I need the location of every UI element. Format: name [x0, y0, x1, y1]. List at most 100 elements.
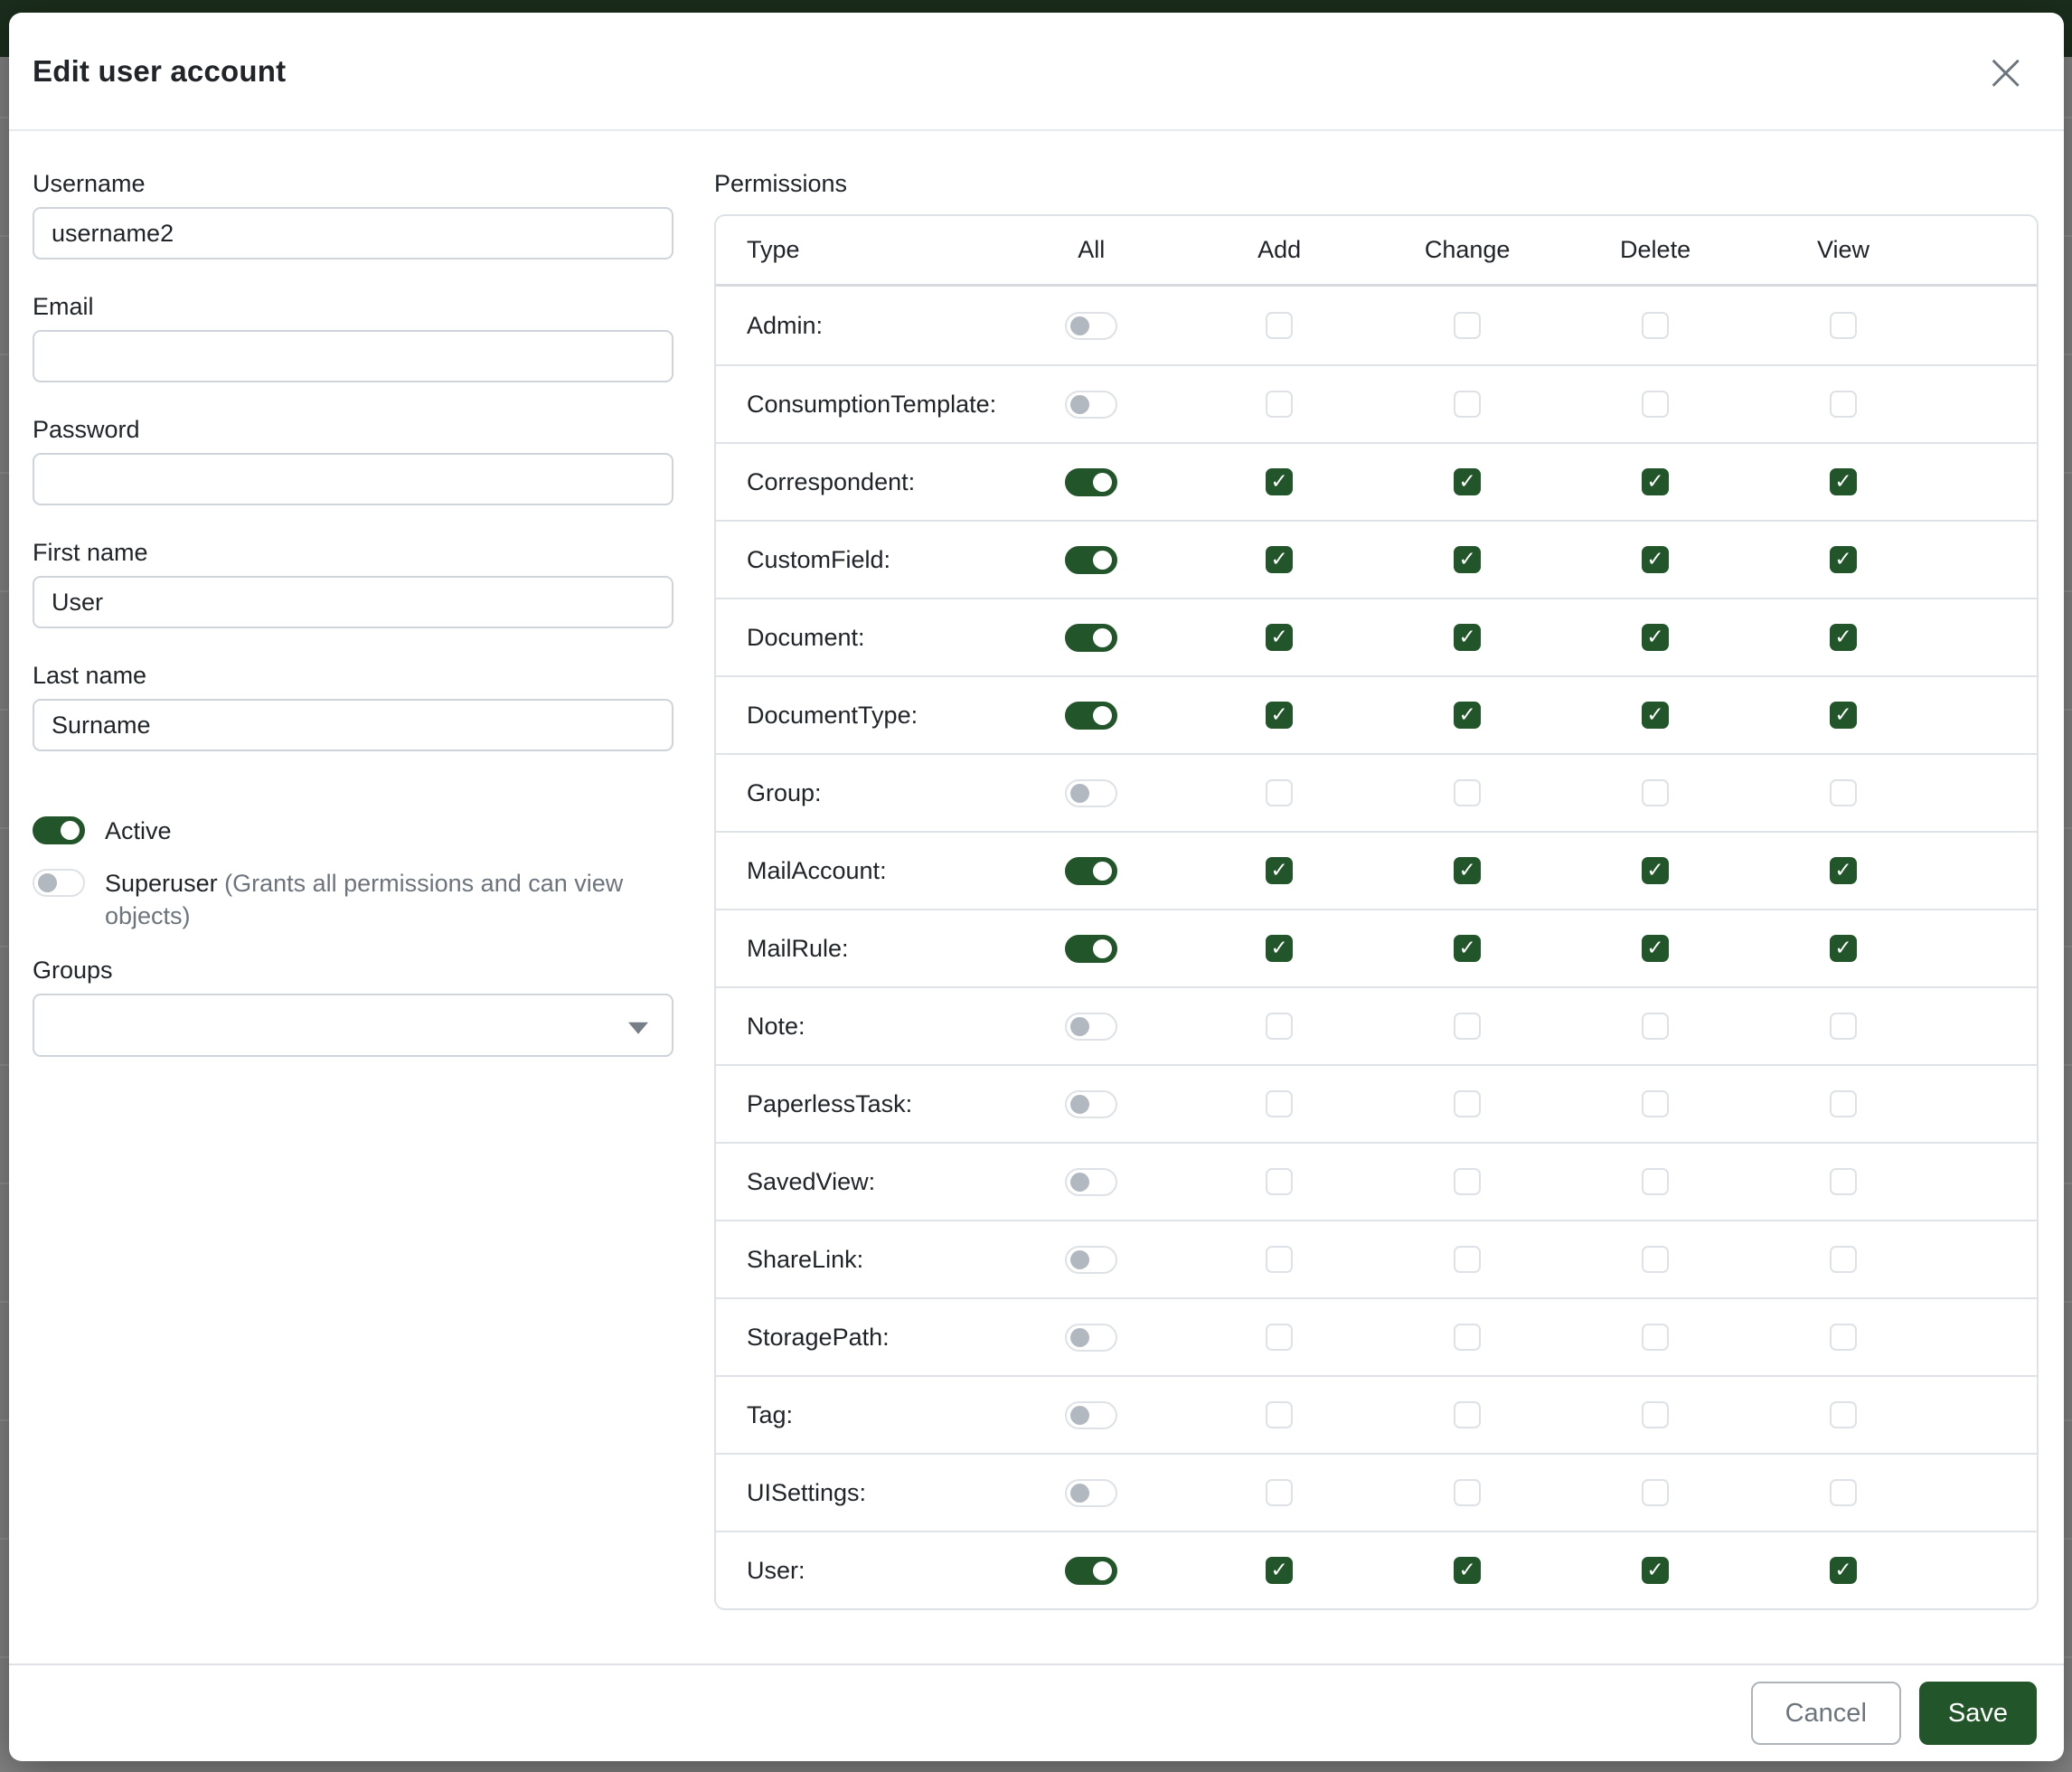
permission-view-checkbox[interactable]	[1830, 391, 1857, 418]
permission-all-toggle[interactable]	[1065, 1013, 1117, 1041]
permission-all-toggle[interactable]	[1065, 935, 1117, 963]
permission-view-checkbox[interactable]	[1830, 1324, 1857, 1351]
password-input[interactable]	[33, 453, 673, 505]
save-button[interactable]: Save	[1919, 1682, 2037, 1745]
permission-add-checkbox[interactable]	[1266, 546, 1293, 573]
permission-change-checkbox[interactable]	[1454, 624, 1481, 651]
permission-add-checkbox[interactable]	[1266, 1324, 1293, 1351]
permission-all-toggle[interactable]	[1065, 779, 1117, 807]
permission-view-checkbox[interactable]	[1830, 1168, 1857, 1195]
permission-view-checkbox[interactable]	[1830, 1013, 1857, 1040]
permission-all-toggle[interactable]	[1065, 1090, 1117, 1118]
email-input[interactable]	[33, 330, 673, 382]
permission-view-checkbox[interactable]	[1830, 1557, 1857, 1584]
permission-add-checkbox[interactable]	[1266, 935, 1293, 962]
edit-user-dialog: Edit user account × Username Email Passw…	[9, 13, 2064, 1761]
permission-all-toggle[interactable]	[1065, 1557, 1117, 1585]
permission-delete-checkbox[interactable]	[1642, 1479, 1669, 1506]
permission-delete-checkbox[interactable]	[1642, 624, 1669, 651]
permission-delete-checkbox[interactable]	[1642, 391, 1669, 418]
permission-change-checkbox[interactable]	[1454, 1013, 1481, 1040]
permission-add-checkbox[interactable]	[1266, 1090, 1293, 1117]
permission-delete-checkbox[interactable]	[1642, 1401, 1669, 1428]
permission-add-checkbox[interactable]	[1266, 391, 1293, 418]
permission-add-checkbox[interactable]	[1266, 624, 1293, 651]
permission-change-checkbox[interactable]	[1454, 702, 1481, 729]
permission-delete-checkbox[interactable]	[1642, 702, 1669, 729]
permission-change-checkbox[interactable]	[1454, 1090, 1481, 1117]
permission-all-toggle[interactable]	[1065, 1324, 1117, 1352]
permission-delete-checkbox[interactable]	[1642, 1090, 1669, 1117]
permission-add-checkbox[interactable]	[1266, 1013, 1293, 1040]
permission-all-toggle[interactable]	[1065, 1479, 1117, 1507]
permission-add-checkbox[interactable]	[1266, 779, 1293, 806]
first-name-input[interactable]	[33, 576, 673, 628]
permission-change-checkbox[interactable]	[1454, 1168, 1481, 1195]
permission-add-checkbox[interactable]	[1266, 702, 1293, 729]
permission-all-toggle[interactable]	[1065, 312, 1117, 340]
permission-delete-checkbox[interactable]	[1642, 1557, 1669, 1584]
permission-add-checkbox[interactable]	[1266, 1246, 1293, 1273]
permission-add-checkbox[interactable]	[1266, 312, 1293, 339]
permission-delete-checkbox[interactable]	[1642, 935, 1669, 962]
permission-delete-checkbox[interactable]	[1642, 1324, 1669, 1351]
permission-delete-checkbox[interactable]	[1642, 857, 1669, 884]
permission-all-toggle[interactable]	[1065, 468, 1117, 496]
permission-change-checkbox[interactable]	[1454, 857, 1481, 884]
permission-delete-checkbox[interactable]	[1642, 1013, 1669, 1040]
permission-view-checkbox[interactable]	[1830, 779, 1857, 806]
permission-add-checkbox[interactable]	[1266, 1557, 1293, 1584]
permission-all-toggle[interactable]	[1065, 1246, 1117, 1274]
permission-change-checkbox[interactable]	[1454, 1324, 1481, 1351]
groups-label: Groups	[33, 956, 673, 985]
permission-view-checkbox[interactable]	[1830, 1401, 1857, 1428]
permission-delete-checkbox[interactable]	[1642, 1168, 1669, 1195]
permission-view-checkbox[interactable]	[1830, 702, 1857, 729]
permission-delete-checkbox[interactable]	[1642, 1246, 1669, 1273]
permission-change-checkbox[interactable]	[1454, 1557, 1481, 1584]
permission-change-checkbox[interactable]	[1454, 1246, 1481, 1273]
permission-change-checkbox[interactable]	[1454, 935, 1481, 962]
permission-change-checkbox[interactable]	[1454, 1401, 1481, 1428]
permission-add-checkbox[interactable]	[1266, 857, 1293, 884]
permission-all-toggle[interactable]	[1065, 702, 1117, 730]
permission-all-toggle[interactable]	[1065, 391, 1117, 419]
permission-change-checkbox[interactable]	[1454, 546, 1481, 573]
permission-add-checkbox[interactable]	[1266, 468, 1293, 495]
cancel-button[interactable]: Cancel	[1751, 1682, 1901, 1745]
permission-view-checkbox[interactable]	[1830, 1090, 1857, 1117]
permission-all-toggle[interactable]	[1065, 1401, 1117, 1429]
permission-add-checkbox[interactable]	[1266, 1479, 1293, 1506]
permission-view-checkbox[interactable]	[1830, 857, 1857, 884]
permission-add-checkbox[interactable]	[1266, 1168, 1293, 1195]
permission-all-toggle[interactable]	[1065, 857, 1117, 885]
permission-change-checkbox[interactable]	[1454, 468, 1481, 495]
permission-change-checkbox[interactable]	[1454, 391, 1481, 418]
permission-change-checkbox[interactable]	[1454, 779, 1481, 806]
username-input[interactable]	[33, 207, 673, 259]
permission-all-toggle[interactable]	[1065, 546, 1117, 574]
permission-row: CustomField:	[716, 520, 2037, 598]
last-name-input[interactable]	[33, 699, 673, 751]
permission-all-toggle[interactable]	[1065, 624, 1117, 652]
permission-view-checkbox[interactable]	[1830, 312, 1857, 339]
groups-select[interactable]	[33, 994, 673, 1057]
permission-change-checkbox[interactable]	[1454, 1479, 1481, 1506]
permission-add-checkbox[interactable]	[1266, 1401, 1293, 1428]
permission-view-checkbox[interactable]	[1830, 1246, 1857, 1273]
permission-change-checkbox[interactable]	[1454, 312, 1481, 339]
permission-delete-checkbox[interactable]	[1642, 468, 1669, 495]
active-toggle[interactable]	[33, 816, 85, 844]
permission-view-checkbox[interactable]	[1830, 546, 1857, 573]
superuser-toggle[interactable]	[33, 869, 85, 897]
permission-delete-checkbox[interactable]	[1642, 546, 1669, 573]
permission-all-toggle[interactable]	[1065, 1168, 1117, 1196]
email-field: Email	[33, 292, 673, 382]
permission-view-checkbox[interactable]	[1830, 1479, 1857, 1506]
permission-delete-checkbox[interactable]	[1642, 779, 1669, 806]
permission-delete-checkbox[interactable]	[1642, 312, 1669, 339]
permission-view-checkbox[interactable]	[1830, 935, 1857, 962]
permission-view-checkbox[interactable]	[1830, 624, 1857, 651]
permission-view-checkbox[interactable]	[1830, 468, 1857, 495]
close-button[interactable]: ×	[1980, 45, 2031, 98]
